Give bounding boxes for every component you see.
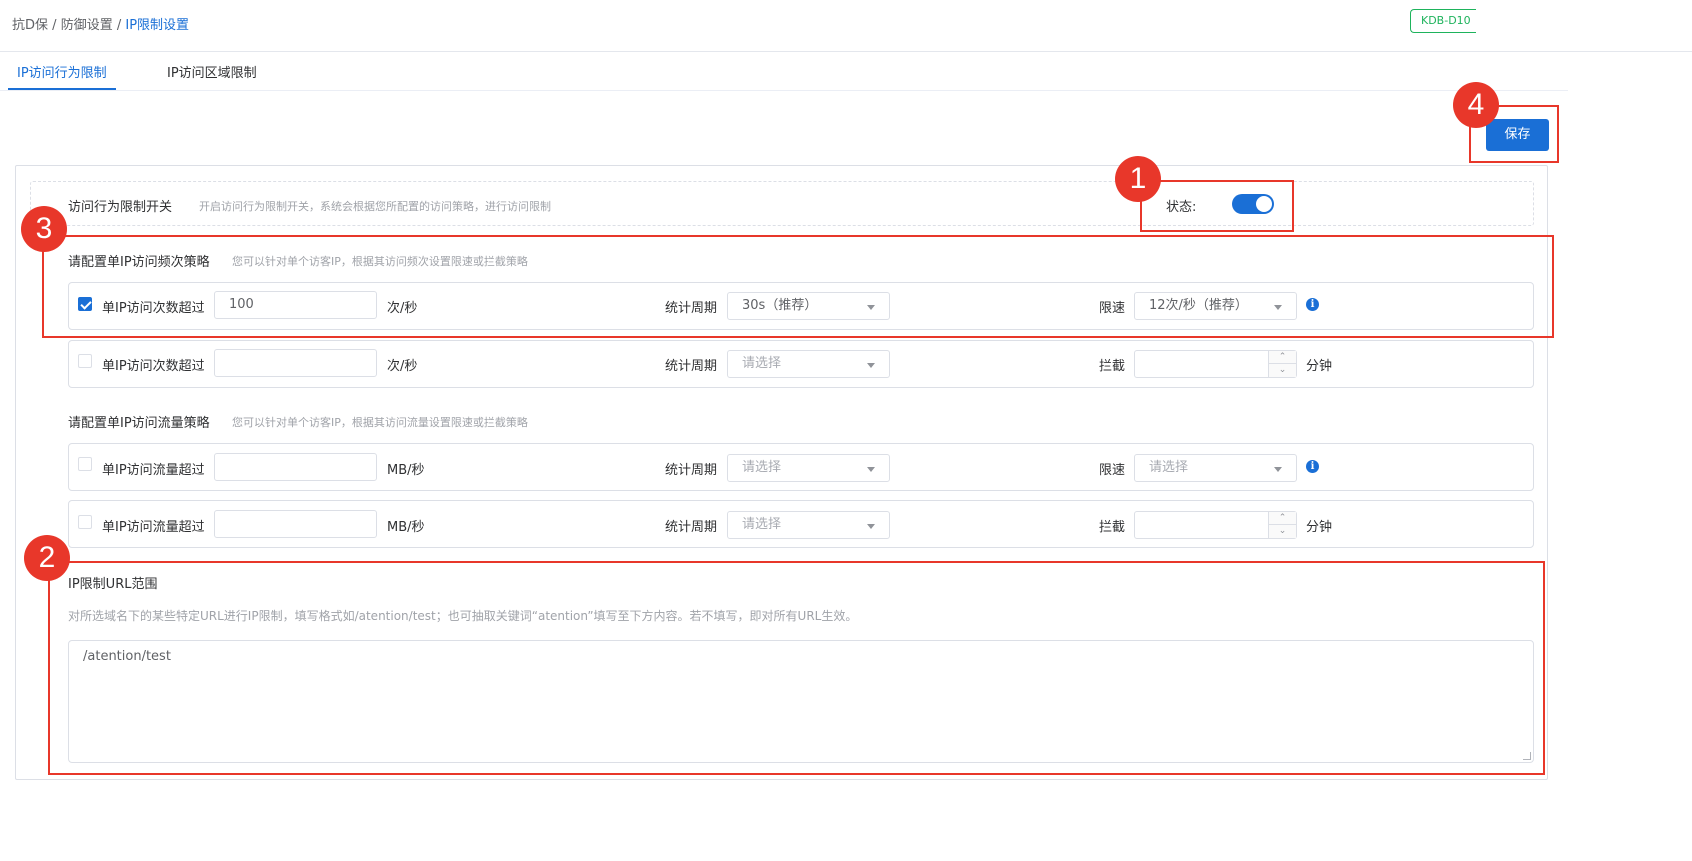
freq-rule-2-block-minutes-stepper[interactable]: ⌃ ⌄ bbox=[1134, 350, 1297, 378]
chevron-down-icon[interactable]: ⌄ bbox=[1269, 525, 1296, 538]
breadcrumb: 抗D保 / 防御设置 / IP限制设置 bbox=[12, 14, 189, 33]
traffic-rule-1-period-label: 统计周期 bbox=[665, 463, 718, 478]
chevron-down-icon bbox=[867, 363, 875, 368]
tab-ip-behavior-limit[interactable]: IP访问行为限制 bbox=[17, 62, 107, 81]
annotation-marker-3: 3 bbox=[21, 206, 67, 252]
tab-ip-region-limit[interactable]: IP访问区域限制 bbox=[167, 62, 257, 81]
chevron-down-icon bbox=[867, 467, 875, 472]
traffic-rule-1-period-select[interactable]: 请选择 bbox=[727, 454, 890, 482]
freq-rule-2-action-label: 拦截 bbox=[1099, 359, 1126, 374]
tab-bar: IP访问行为限制 IP访问区域限制 bbox=[0, 52, 1568, 91]
top-bar: 抗D保 / 防御设置 / IP限制设置 KDB-D10 bbox=[0, 0, 1692, 52]
traffic-rule-2-checkbox[interactable] bbox=[78, 515, 92, 529]
traffic-section-title: 请配置单IP访问流量策略 bbox=[68, 416, 210, 431]
breadcrumb-current: IP限制设置 bbox=[125, 18, 190, 33]
stepper-buttons: ⌃ ⌄ bbox=[1268, 351, 1296, 377]
freq-rule-2-count-input[interactable] bbox=[214, 349, 377, 377]
traffic-rule-2-action-label: 拦截 bbox=[1099, 520, 1126, 535]
chevron-up-icon[interactable]: ⌃ bbox=[1269, 512, 1296, 525]
traffic-rule-2-action-unit: 分钟 bbox=[1306, 520, 1333, 535]
traffic-rule-2-unit: MB/秒 bbox=[387, 520, 425, 535]
traffic-rule-2-block-minutes-stepper[interactable]: ⌃ ⌄ bbox=[1134, 511, 1297, 539]
breadcrumb-item-kdb[interactable]: 抗D保 bbox=[12, 18, 48, 33]
traffic-rule-2-period-placeholder: 请选择 bbox=[742, 517, 782, 532]
traffic-rule-1-unit: MB/秒 bbox=[387, 463, 425, 478]
breadcrumb-separator: / bbox=[116, 18, 122, 33]
traffic-rule-1-label: 单IP访问流量超过 bbox=[102, 463, 205, 478]
chevron-up-icon[interactable]: ⌃ bbox=[1269, 351, 1296, 364]
instance-badge[interactable]: KDB-D10 bbox=[1410, 9, 1476, 33]
breadcrumb-item-defense[interactable]: 防御设置 bbox=[61, 18, 113, 33]
annotation-marker-1: 1 bbox=[1115, 156, 1161, 202]
info-icon[interactable]: i bbox=[1306, 460, 1319, 473]
switch-title: 访问行为限制开关 bbox=[68, 200, 173, 215]
traffic-rule-2-amount-input[interactable] bbox=[214, 510, 377, 538]
freq-rule-2-action-unit: 分钟 bbox=[1306, 359, 1333, 374]
stepper-buttons: ⌃ ⌄ bbox=[1268, 512, 1296, 538]
traffic-rule-1-amount-input[interactable] bbox=[214, 453, 377, 481]
chevron-down-icon bbox=[1274, 467, 1282, 472]
freq-rule-2-unit: 次/秒 bbox=[387, 359, 418, 374]
traffic-rule-2-period-label: 统计周期 bbox=[665, 520, 718, 535]
annotation-marker-2: 2 bbox=[24, 535, 70, 581]
switch-description: 开启访问行为限制开关，系统会根据您所配置的访问策略，进行访问限制 bbox=[199, 200, 551, 213]
freq-rule-2-checkbox[interactable] bbox=[78, 354, 92, 368]
annotation-marker-4: 4 bbox=[1453, 82, 1499, 128]
traffic-rule-2-label: 单IP访问流量超过 bbox=[102, 520, 205, 535]
traffic-rule-2-period-select[interactable]: 请选择 bbox=[727, 511, 890, 539]
traffic-rule-1-rate-select[interactable]: 请选择 bbox=[1134, 454, 1297, 482]
active-tab-indicator bbox=[8, 88, 116, 90]
traffic-rule-1-period-placeholder: 请选择 bbox=[742, 460, 782, 475]
freq-rule-2-label: 单IP访问次数超过 bbox=[102, 359, 205, 374]
breadcrumb-separator: / bbox=[52, 18, 57, 33]
freq-rule-2-period-select[interactable]: 请选择 bbox=[727, 350, 890, 378]
freq-rule-2-period-placeholder: 请选择 bbox=[742, 356, 782, 371]
traffic-section-description: 您可以针对单个访客IP，根据其访问流量设置限速或拦截策略 bbox=[232, 416, 528, 429]
traffic-rule-1-rate-placeholder: 请选择 bbox=[1149, 460, 1189, 475]
annotation-box-2 bbox=[48, 561, 1545, 775]
freq-rule-2-period-label: 统计周期 bbox=[665, 359, 718, 374]
annotation-box-3 bbox=[42, 235, 1554, 338]
annotation-box-1 bbox=[1140, 180, 1294, 232]
chevron-down-icon bbox=[867, 524, 875, 529]
chevron-down-icon[interactable]: ⌄ bbox=[1269, 364, 1296, 377]
traffic-rule-1-action-label: 限速 bbox=[1099, 463, 1126, 478]
traffic-rule-1-checkbox[interactable] bbox=[78, 457, 92, 471]
